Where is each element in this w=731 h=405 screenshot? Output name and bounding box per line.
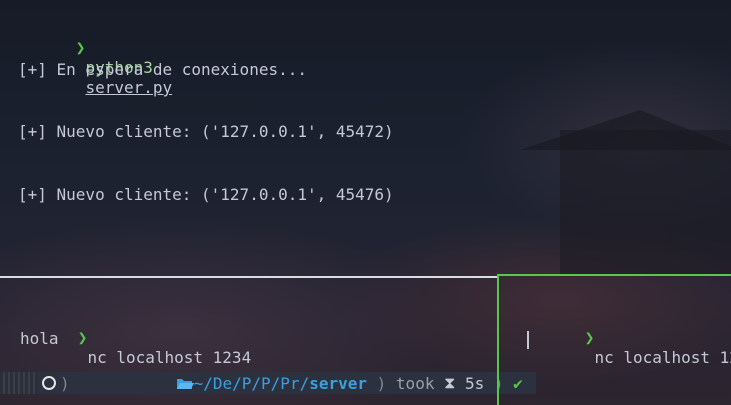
prompt-arrow-icon: ❯ [75,38,86,57]
command-argument[interactable]: server.py [85,78,172,97]
prompt-arrow-icon: ❯ [584,328,595,347]
output-line-client-1: [+] Nuevo cliente: ('127.0.0.1', 45472) [18,122,394,141]
bottom-left-pane[interactable]: ❯ nc localhost 1234 hola ) ~/De/P/P/Pr/s… [0,276,537,405]
powerline-os-segment: ) ~/De/P/P/Pr/server ) took ⧗ 5s) ✔ [38,372,537,394]
text-cursor[interactable] [527,331,529,349]
command-text: nc localhost 1234 [594,348,731,367]
powerline-prompt: ) ~/De/P/P/Pr/server ) took ⧗ 5s) ✔ [0,372,537,394]
folder-open-icon [79,355,194,405]
output-line-waiting: [+] En espera de conexiones... [18,60,307,79]
directory-path: ~/De/P/P/Pr/ [193,373,310,393]
powerline-fade [0,372,38,394]
prompt-arrow-icon: ❯ [77,328,88,347]
powerline-separator: ) [60,373,70,393]
top-pane[interactable]: ❯ python3 server.py [+] En espera de con… [0,0,731,276]
debian-logo-icon [42,376,56,390]
took-label: took [395,373,435,393]
bottom-right-pane[interactable]: ❯ nc localhost 1234 [497,274,731,405]
output-line-client-2: [+] Nuevo cliente: ('127.0.0.1', 45476) [18,185,394,204]
duration-value: 5s [464,373,485,393]
terminal-window: ❯ python3 server.py [+] En espera de con… [0,0,731,405]
nc-output: hola [20,329,59,348]
directory-current: server [309,373,367,393]
br-prompt-line: ❯ nc localhost 1234 [527,308,731,388]
hourglass-icon: ⧗ [444,373,456,392]
powerline-separator: ) [376,373,387,393]
